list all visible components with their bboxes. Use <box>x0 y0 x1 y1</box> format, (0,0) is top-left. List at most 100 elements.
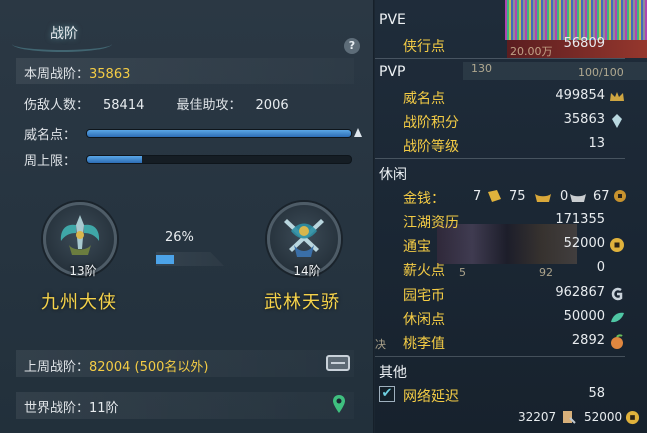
assist-label: 最佳助攻： <box>176 98 242 113</box>
footer-right-value: 52000 <box>584 410 623 424</box>
background-text: 决 <box>375 338 386 351</box>
weekly-cap-bar-fill <box>87 156 143 163</box>
tier-progress-bar <box>156 252 224 266</box>
section-leisure-title: 休闲 <box>379 167 407 183</box>
footer-left-value: 32207 <box>518 410 557 424</box>
stat-value: 35863 <box>563 112 605 127</box>
stat-label: 威名点 <box>403 91 445 107</box>
world-rank-value: 11阶 <box>89 401 119 416</box>
section-other-title: 其他 <box>379 365 407 381</box>
current-tier-level: 13阶 <box>69 264 97 278</box>
stat-value: 962867 <box>555 285 605 300</box>
stat-value: 0 <box>596 260 605 275</box>
background-text: 130 <box>471 62 492 75</box>
location-pin-icon[interactable] <box>332 394 346 414</box>
assist-value: 2006 <box>255 98 289 113</box>
stat-value: 58 <box>588 386 605 401</box>
panel-header: 战阶 ? <box>0 14 374 54</box>
stat-value: 499854 <box>555 88 605 103</box>
tongbao-coin-icon <box>625 410 640 425</box>
current-tier-name: 九州大侠 <box>41 292 117 313</box>
stat-row-xiaxing: 侠行点 56809 <box>403 34 631 56</box>
network-latency-checkbox[interactable]: ✔ <box>379 386 395 402</box>
silver-ingot-icon <box>535 194 551 202</box>
rank-panel: 战阶 ? 本周战阶：35863 伤敌人数： 58414 最佳助攻： 2006 威名点… <box>0 0 374 433</box>
stat-label: 江湖资历 <box>403 215 459 231</box>
money-label: 金钱： <box>403 191 445 207</box>
stat-label: 薪火点 <box>403 263 445 279</box>
section-pve-title: PVE <box>379 12 406 28</box>
world-rank-label: 世界战阶： <box>24 401 90 416</box>
next-tier-name: 武林天骄 <box>264 292 340 313</box>
defeated-label: 伤敌人数： <box>24 98 90 113</box>
stat-label: 侠行点 <box>403 39 445 55</box>
copper-value: 0 <box>560 189 569 204</box>
panel-title: 战阶 <box>50 26 78 42</box>
stat-row-home-coin: 园宅币 962867 <box>403 283 631 305</box>
gold-ingot-icon <box>488 190 501 202</box>
stat-label: 休闲点 <box>403 312 445 328</box>
stats-panel: 20.00万 130 100/100 5 92 决 PVE 侠行点 56809 … <box>375 0 647 433</box>
stat-value: 56809 <box>563 36 605 51</box>
stat-label: 战阶积分 <box>403 115 459 131</box>
silver-value: 75 <box>509 189 526 204</box>
peach-icon <box>611 334 623 349</box>
tongbao-coin-icon <box>610 238 624 252</box>
current-tier-emblem[interactable]: 13阶 <box>43 202 117 278</box>
week-score-value: 35863 <box>89 67 131 82</box>
background-text: 100/100 <box>578 66 624 79</box>
stat-value: 171355 <box>555 212 605 227</box>
divider <box>375 158 625 159</box>
stat-row-ember: 薪火点 0 <box>403 258 631 280</box>
gold-value: 7 <box>473 189 482 204</box>
tier-progress-percent: 26% <box>165 230 194 245</box>
stat-row-latency: 网络延迟 58 <box>403 384 631 406</box>
prestige-bar-fill <box>87 130 351 137</box>
stat-value: 13 <box>588 136 605 151</box>
weekly-cap-label: 周上限： <box>24 154 77 169</box>
stat-label: 桃李值 <box>403 336 445 352</box>
crossed-swords-emblem-icon <box>284 219 324 257</box>
copper-ingot-icon <box>570 194 586 202</box>
stat-label: 战阶等级 <box>403 139 459 155</box>
assist-stat: 最佳助攻： 2006 <box>177 98 303 113</box>
chest-icon[interactable] <box>326 355 350 371</box>
prestige-bar-row: 威名点： <box>16 124 354 143</box>
stat-label: 网络延迟 <box>403 389 459 405</box>
scroll-icon <box>563 411 576 424</box>
stat-value: 52000 <box>563 236 605 251</box>
stat-row-peach: 桃李值 2892 <box>403 331 631 353</box>
combat-stats-row: 伤敌人数： 58414 最佳助攻： 2006 <box>16 94 354 113</box>
week-score-label: 本周战阶： <box>24 67 90 82</box>
last-week-rank-row: 上周战阶：82004 (500名以外) <box>16 350 354 377</box>
home-coin-icon <box>611 287 623 301</box>
help-icon[interactable]: ? <box>344 38 360 54</box>
divider <box>375 58 625 59</box>
prestige-bar <box>86 129 352 138</box>
last-week-value: 82004 (500名以外) <box>89 360 209 375</box>
last-week-label: 上周战阶： <box>24 360 90 375</box>
next-tier-emblem[interactable]: 14阶 <box>267 202 341 278</box>
stat-row-rank-level: 战阶等级 13 <box>403 134 631 156</box>
stat-row-seniority: 江湖资历 171355 <box>403 210 631 232</box>
stat-value: 2892 <box>571 333 605 348</box>
coin-value: 67 <box>593 189 610 204</box>
divider <box>375 356 625 357</box>
tier-progress-fill <box>156 255 174 264</box>
stat-value: 50000 <box>563 309 605 324</box>
stat-row-tongbao: 通宝 52000 <box>403 234 631 256</box>
stat-row-leisure-points: 休闲点 50000 <box>403 307 631 329</box>
stat-row-rank-score: 战阶积分 35863 <box>403 110 631 132</box>
leaf-icon <box>611 312 624 323</box>
section-pvp-title: PVP <box>379 64 406 80</box>
prestige-bar-marker <box>354 128 362 137</box>
defeated-stat: 伤敌人数： 58414 <box>24 98 158 113</box>
stat-label: 通宝 <box>403 239 431 255</box>
stat-label: 园宅币 <box>403 288 445 304</box>
weekly-cap-bar <box>86 155 352 164</box>
week-score-row: 本周战阶：35863 <box>16 58 354 84</box>
defeated-value: 58414 <box>103 98 145 113</box>
rank-crystal-icon <box>612 114 622 128</box>
next-tier-level: 14阶 <box>293 264 321 278</box>
weekly-cap-row: 周上限： <box>16 150 354 169</box>
